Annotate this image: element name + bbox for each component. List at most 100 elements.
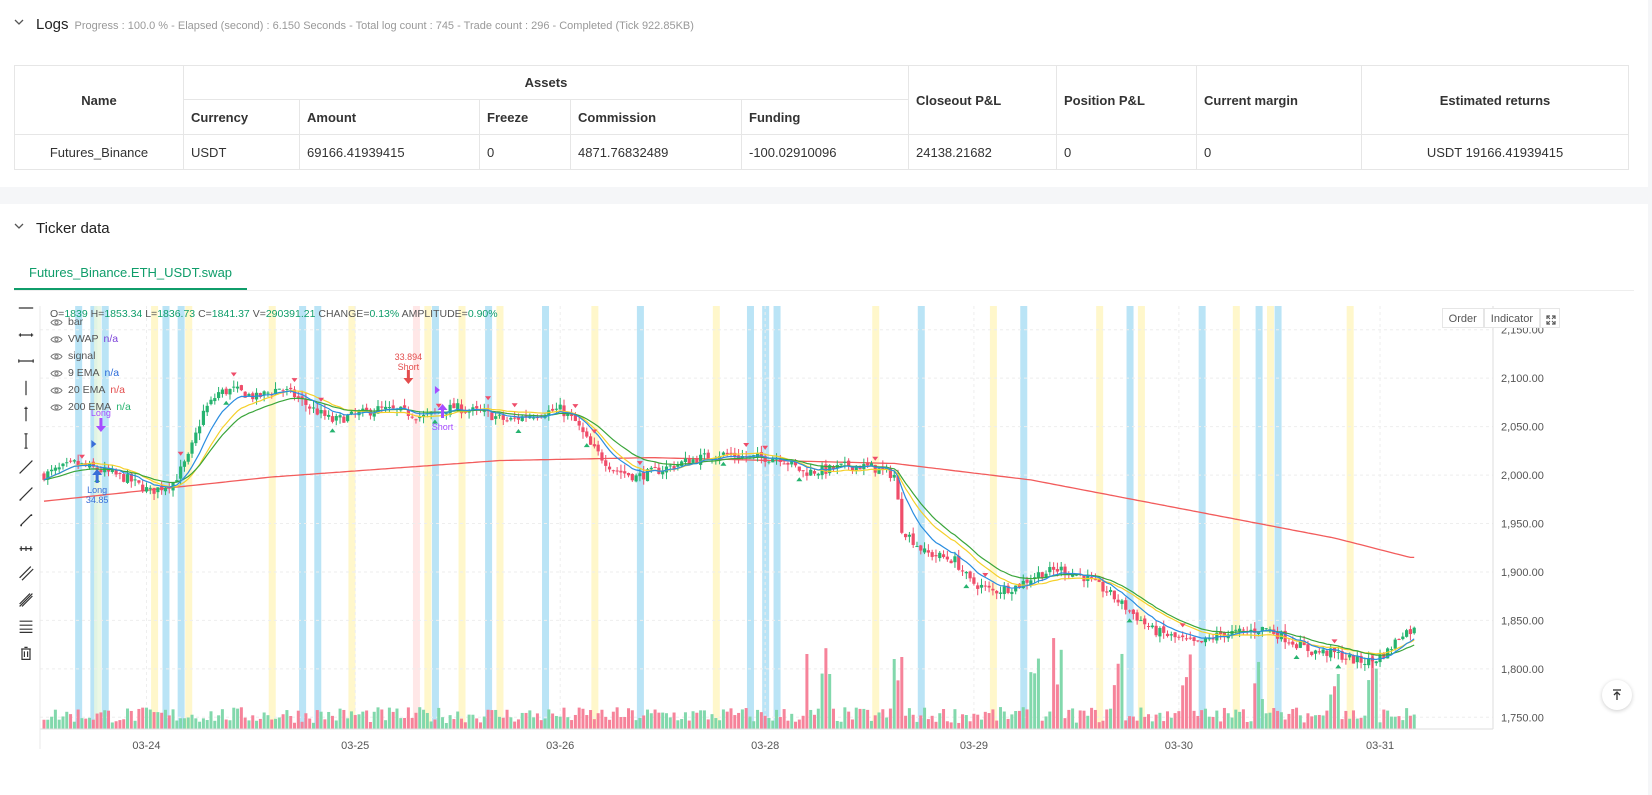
volume-bar xyxy=(516,719,520,729)
order-button[interactable]: Order xyxy=(1441,308,1484,328)
volume-bar xyxy=(1093,709,1097,729)
legend-item[interactable]: bar xyxy=(50,316,88,328)
candle-body xyxy=(1310,651,1314,655)
measure-icon[interactable] xyxy=(18,539,38,559)
volume-bar xyxy=(1298,715,1302,729)
candle-body xyxy=(308,406,312,409)
candle-body xyxy=(1256,632,1261,635)
signal-band xyxy=(1198,306,1206,729)
logs-header[interactable]: Logs Progress : 100.0 % - Elapsed (secon… xyxy=(14,16,694,33)
volume-bar xyxy=(1306,713,1310,729)
signal-band xyxy=(424,306,432,729)
volume-bar xyxy=(1196,715,1200,729)
eye-icon[interactable] xyxy=(50,318,63,327)
volume-bar xyxy=(1382,709,1386,729)
volume-bar xyxy=(1173,713,1177,729)
candle-body xyxy=(220,389,224,394)
candle-body xyxy=(1014,585,1018,592)
volume-bar xyxy=(437,707,441,729)
volume-bar xyxy=(589,710,593,729)
volume-bar xyxy=(478,722,482,729)
volume-bar xyxy=(1329,694,1333,729)
candle-body xyxy=(809,469,813,476)
ticker-title: Ticker data xyxy=(36,220,110,237)
candle-body xyxy=(1264,628,1268,630)
volume-bar xyxy=(441,717,445,729)
volume-bar xyxy=(1348,718,1352,729)
extended-line-icon[interactable] xyxy=(18,353,38,373)
col-funding: Funding xyxy=(741,99,909,135)
change-value: 0.13% xyxy=(369,308,400,320)
eye-icon[interactable] xyxy=(50,335,63,344)
indicator-button[interactable]: Indicator xyxy=(1483,308,1540,328)
legend-item[interactable]: signal xyxy=(50,350,100,362)
trend-line-icon[interactable] xyxy=(18,459,38,479)
candlestick-chart[interactable]: Long34.85Long33.894ShortShort2,150.002,1… xyxy=(0,304,1648,795)
legend-name: VWAP xyxy=(68,333,99,345)
volume-bar xyxy=(53,709,57,729)
eye-icon[interactable] xyxy=(50,386,63,395)
vertical-ray-icon[interactable] xyxy=(18,406,38,426)
trash-icon[interactable] xyxy=(18,645,38,665)
chevron-down-icon[interactable] xyxy=(14,221,24,231)
volume-bar xyxy=(1401,720,1405,729)
volume-bar xyxy=(991,709,995,729)
trend-ray-icon[interactable] xyxy=(18,486,38,506)
horizontal-line-icon[interactable] xyxy=(18,300,38,320)
volume-bar xyxy=(1215,710,1219,729)
volume-bar xyxy=(88,717,92,729)
parallel-channel-icon[interactable] xyxy=(18,565,38,585)
volume-bar xyxy=(794,721,798,729)
vertical-line-icon[interactable] xyxy=(18,380,38,400)
volume-bar xyxy=(949,722,953,729)
y-tick-label: 1,900.00 xyxy=(1501,567,1544,579)
h-value: 1853.34 xyxy=(104,308,143,320)
volume-bar xyxy=(99,712,103,729)
horizontal-ray-icon[interactable] xyxy=(18,327,38,347)
legend-item[interactable]: 200 EMA n/a xyxy=(50,401,131,413)
expand-icon[interactable] xyxy=(1540,308,1560,328)
volume-bar xyxy=(535,713,539,729)
volume-bar xyxy=(1055,684,1059,729)
ticker-header[interactable]: Ticker data xyxy=(14,220,110,237)
volume-bar xyxy=(1014,711,1018,729)
volume-bar xyxy=(357,714,361,729)
fibonacci-icon[interactable] xyxy=(18,618,38,638)
candle-body xyxy=(801,470,805,472)
v-value: 290391.21 xyxy=(265,308,316,320)
eye-icon[interactable] xyxy=(50,352,63,361)
chart-area[interactable]: Long 34.85 Long 33.894 Short Short 2,150.00 2,1… xyxy=(0,304,1648,795)
long-value-label: 34.85 xyxy=(86,495,109,505)
candle-body xyxy=(148,487,152,489)
signal-band xyxy=(712,306,720,729)
eye-icon[interactable] xyxy=(50,403,63,412)
trend-segment-icon[interactable] xyxy=(18,512,38,532)
volume-bar xyxy=(900,657,904,729)
legend-item[interactable]: 20 EMA n/a xyxy=(50,384,125,396)
legend-item[interactable]: 9 EMA n/a xyxy=(50,367,119,379)
tab-eth-usdt-swap[interactable]: Futures_Binance.ETH_USDT.swap xyxy=(14,255,248,290)
pitchfork-icon[interactable] xyxy=(18,592,38,612)
candle-body xyxy=(1184,638,1189,640)
volume-bar xyxy=(1135,720,1139,729)
vertical-segment-icon[interactable] xyxy=(18,432,38,453)
candle-body xyxy=(1177,636,1181,638)
volume-bar xyxy=(167,715,171,729)
candle-body xyxy=(585,431,589,437)
candle-body xyxy=(558,404,562,410)
candle-body xyxy=(152,487,156,494)
scroll-to-top-button[interactable] xyxy=(1602,680,1632,710)
candle-body xyxy=(327,414,331,417)
chevron-down-icon[interactable] xyxy=(14,17,24,27)
candle-body xyxy=(49,469,54,472)
eye-icon[interactable] xyxy=(50,369,63,378)
legend-item[interactable]: VWAP n/a xyxy=(50,333,118,345)
cell-funding: -100.02910096 xyxy=(741,134,909,170)
volume-bar xyxy=(80,718,84,729)
candle-body xyxy=(600,452,604,461)
legend-value: n/a xyxy=(116,401,131,413)
volume-bar xyxy=(251,715,255,729)
volume-bar xyxy=(1074,722,1078,729)
signal-band xyxy=(1096,306,1104,729)
logs-title: Logs xyxy=(36,16,69,33)
